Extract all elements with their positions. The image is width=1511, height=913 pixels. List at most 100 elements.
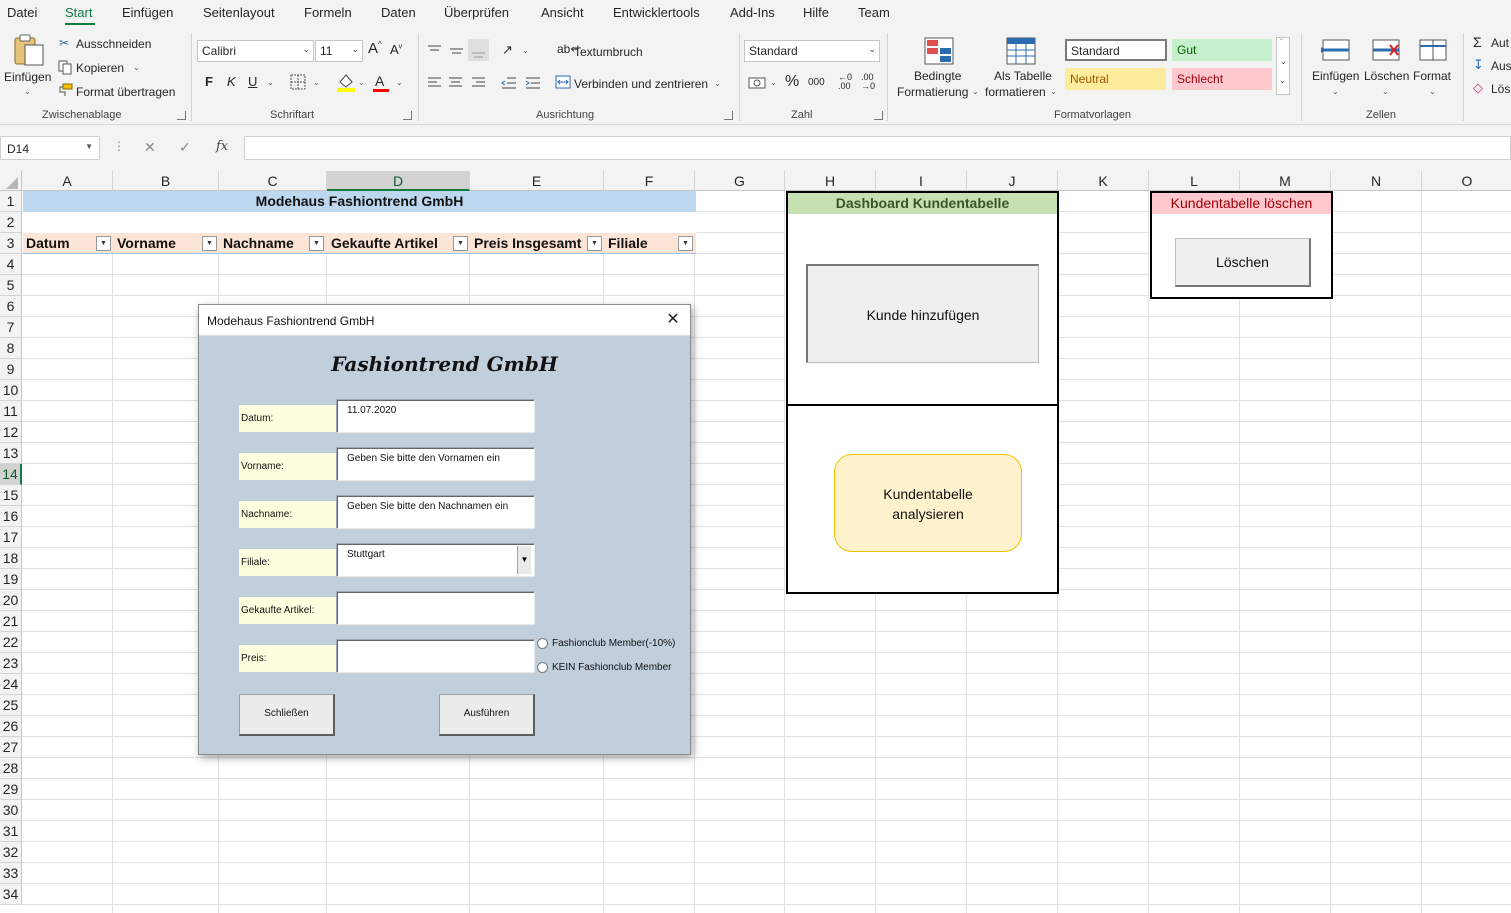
cell-style-gut[interactable]: Gut (1172, 39, 1272, 61)
column-header-c[interactable]: C (219, 171, 327, 191)
tab-einfuegen[interactable]: Einfügen (122, 5, 173, 20)
wrap-text-button[interactable]: Textumbruch (574, 45, 643, 59)
cell-style-neutral[interactable]: Neutral (1065, 68, 1166, 90)
row-header-11[interactable]: 11 (0, 401, 22, 422)
row-header-8[interactable]: 8 (0, 338, 22, 359)
row-header-22[interactable]: 22 (0, 632, 22, 653)
conditional-formatting-line1[interactable]: Bedingte (914, 69, 961, 83)
row-header-15[interactable]: 15 (0, 485, 22, 506)
gekaufte-artikel-field[interactable] (336, 591, 535, 625)
column-header-n[interactable]: N (1331, 171, 1422, 191)
preis-field[interactable] (336, 639, 535, 673)
column-header-h[interactable]: H (785, 171, 876, 191)
thousands-button[interactable]: 000 (808, 77, 825, 88)
non-member-radio[interactable] (537, 662, 548, 673)
name-box[interactable]: D14 ▼ (0, 136, 100, 160)
column-header-m[interactable]: M (1240, 171, 1331, 191)
ausfuehren-button[interactable]: Ausführen (439, 694, 535, 736)
font-name-select[interactable]: Calibri ⌄ (197, 40, 314, 62)
close-icon[interactable]: ✕ (661, 310, 685, 332)
member-radio-label[interactable]: Fashionclub Member(-10%) (552, 638, 675, 649)
row-header-19[interactable]: 19 (0, 569, 22, 590)
row-header-26[interactable]: 26 (0, 716, 22, 737)
row-header-32[interactable]: 32 (0, 842, 22, 863)
filiale-select[interactable]: Stuttgart ▼ (336, 543, 535, 577)
format-cells-dropdown-icon[interactable]: ⌄ (1429, 87, 1436, 96)
insert-cells-dropdown-icon[interactable]: ⌄ (1332, 87, 1339, 96)
paste-dropdown-icon[interactable]: ⌄ (24, 87, 31, 96)
cell-style-schlecht[interactable]: Schlecht (1172, 68, 1272, 90)
tab-hilfe[interactable]: Hilfe (803, 5, 829, 20)
delete-table-button[interactable]: Löschen (1175, 238, 1311, 287)
currency-dropdown-icon[interactable]: ⌄ (770, 78, 777, 87)
header-filiale[interactable]: Filiale ▼ (605, 233, 696, 254)
shrink-font-icon[interactable]: Av (390, 42, 402, 57)
filter-dropdown-icon[interactable]: ▼ (309, 236, 324, 251)
row-header-34[interactable]: 34 (0, 884, 22, 905)
row-header-9[interactable]: 9 (0, 359, 22, 380)
fill-color-dropdown-icon[interactable]: ⌄ (358, 78, 365, 87)
tab-datei[interactable]: Datei (7, 5, 37, 20)
delete-cells-dropdown-icon[interactable]: ⌄ (1382, 87, 1389, 96)
column-header-i[interactable]: I (876, 171, 967, 191)
bold-button[interactable]: F (205, 74, 213, 89)
row-header-1[interactable]: 1 (0, 191, 22, 212)
column-header-b[interactable]: B (113, 171, 219, 191)
alignment-launcher-icon[interactable] (724, 111, 733, 120)
autosum-button[interactable]: Aut (1491, 36, 1509, 50)
clear-button[interactable]: Lös (1491, 82, 1510, 96)
schliessen-button[interactable]: Schließen (239, 694, 335, 736)
vorname-field[interactable]: Geben Sie bitte den Vornamen ein (336, 447, 535, 481)
datum-field[interactable]: 11.07.2020 (336, 399, 535, 433)
borders-dropdown-icon[interactable]: ⌄ (313, 78, 320, 87)
percent-button[interactable]: % (785, 73, 799, 91)
row-header-30[interactable]: 30 (0, 800, 22, 821)
copy-dropdown-icon[interactable]: ⌄ (133, 63, 140, 72)
tab-ansicht[interactable]: Ansicht (541, 5, 584, 20)
row-header-4[interactable]: 4 (0, 254, 22, 275)
font-launcher-icon[interactable] (403, 111, 412, 120)
non-member-radio-label[interactable]: KEIN Fashionclub Member (552, 662, 672, 673)
merge-center-button[interactable]: Verbinden und zentrieren (574, 77, 708, 91)
chevron-down-icon[interactable]: ⌄ (1280, 57, 1287, 66)
nachname-field[interactable]: Geben Sie bitte den Nachnamen ein (336, 495, 535, 529)
clipboard-launcher-icon[interactable] (177, 111, 186, 120)
filter-dropdown-icon[interactable]: ▼ (587, 236, 602, 251)
underline-dropdown-icon[interactable]: ⌄ (267, 78, 274, 87)
increase-decimal-icon[interactable]: ←0.00 (838, 73, 852, 91)
row-header-5[interactable]: 5 (0, 275, 22, 296)
column-header-l[interactable]: L (1149, 171, 1240, 191)
currency-icon[interactable] (748, 75, 766, 91)
row-header-25[interactable]: 25 (0, 695, 22, 716)
row-header-20[interactable]: 20 (0, 590, 22, 611)
tab-start[interactable]: Start (65, 5, 92, 20)
underline-button[interactable]: U (248, 74, 257, 89)
analyze-table-button[interactable]: Kundentabelle analysieren (834, 454, 1022, 552)
row-header-31[interactable]: 31 (0, 821, 22, 842)
delete-cells-button[interactable]: Löschen (1364, 69, 1409, 83)
gallery-more-icon[interactable]: ⌄ (1279, 76, 1286, 85)
number-format-select[interactable]: Standard ⌄ (744, 40, 880, 62)
tab-ueberpruefen[interactable]: Überprüfen (444, 5, 509, 20)
row-header-33[interactable]: 33 (0, 863, 22, 884)
decrease-decimal-icon[interactable]: .00 →0 (861, 73, 875, 91)
cancel-icon[interactable]: ✕ (144, 139, 156, 156)
more-options-icon[interactable]: ⋮ (113, 139, 125, 153)
copy-button[interactable]: Kopieren (76, 61, 124, 75)
tab-formeln[interactable]: Formeln (304, 5, 352, 20)
horizontal-align-icons[interactable] (427, 76, 487, 90)
conditional-formatting-dropdown-icon[interactable]: ⌄ (972, 87, 979, 96)
conditional-formatting-line2[interactable]: Formatierung (897, 85, 968, 99)
tab-seitenlayout[interactable]: Seitenlayout (203, 5, 275, 20)
italic-button[interactable]: K (227, 74, 236, 89)
filter-dropdown-icon[interactable]: ▼ (678, 236, 693, 251)
paste-icon[interactable] (12, 33, 46, 67)
dialog-titlebar[interactable]: Modehaus Fashiontrend GmbH ✕ (199, 305, 690, 336)
fill-color-icon[interactable] (336, 72, 356, 92)
select-all-corner[interactable] (0, 171, 22, 191)
column-header-o[interactable]: O (1422, 171, 1511, 191)
row-header-24[interactable]: 24 (0, 674, 22, 695)
filter-dropdown-icon[interactable]: ▼ (202, 236, 217, 251)
column-header-a[interactable]: A (22, 171, 113, 191)
header-nachname[interactable]: Nachname ▼ (220, 233, 328, 254)
